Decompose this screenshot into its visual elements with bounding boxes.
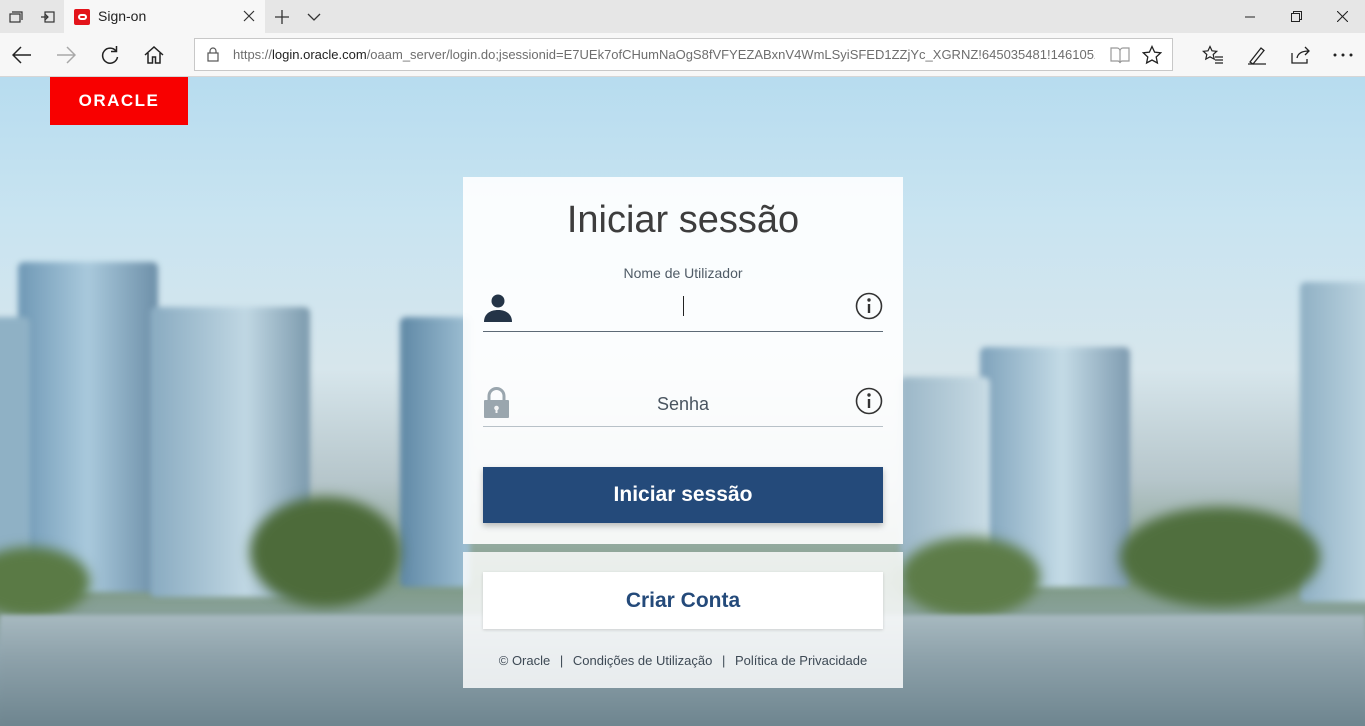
- footer-separator: |: [721, 653, 726, 668]
- favorite-star-icon[interactable]: [1141, 44, 1163, 70]
- chevron-down-icon[interactable]: [298, 0, 330, 33]
- background-tree: [1120, 507, 1320, 607]
- user-icon: [483, 292, 513, 327]
- password-field[interactable]: Senha: [483, 377, 883, 427]
- address-bar[interactable]: https://login.oracle.com/oaam_server/log…: [194, 38, 1173, 71]
- page-background: ORACLE Iniciar sessão Nome de Utilizador…: [0, 77, 1365, 726]
- oracle-favicon-icon: [74, 9, 90, 25]
- copyright-link[interactable]: © Oracle: [499, 653, 550, 668]
- refresh-icon[interactable]: [88, 33, 132, 77]
- url-path: /oaam_server/login.do;jsessionid=E7UEk7o…: [366, 47, 1095, 62]
- close-window-icon[interactable]: [1319, 0, 1365, 33]
- back-icon[interactable]: [0, 33, 44, 77]
- logo-text: ORACLE: [78, 91, 160, 110]
- privacy-link[interactable]: Política de Privacidade: [735, 653, 867, 668]
- sign-in-button[interactable]: Iniciar sessão: [483, 467, 883, 523]
- footer-links: © Oracle | Condições de Utilização | Pol…: [463, 653, 903, 668]
- info-icon[interactable]: [855, 292, 883, 325]
- favorites-hub-icon[interactable]: [1191, 33, 1235, 77]
- lock-icon[interactable]: [207, 47, 219, 67]
- url-scheme: https://: [233, 47, 273, 62]
- home-icon[interactable]: [132, 33, 176, 77]
- footer-separator: |: [559, 653, 564, 668]
- url-host: login.oracle.com: [272, 47, 367, 62]
- pen-icon[interactable]: [1235, 33, 1279, 77]
- close-icon[interactable]: [239, 6, 259, 26]
- tab-bar: Sign-on: [0, 0, 1365, 33]
- username-label: Nome de Utilizador: [623, 265, 743, 281]
- password-placeholder: Senha: [656, 394, 710, 414]
- new-tab-icon[interactable]: [266, 0, 298, 33]
- background-tree: [900, 537, 1040, 617]
- oracle-logo: ORACLE: [50, 77, 188, 125]
- forward-icon[interactable]: [44, 33, 88, 77]
- more-icon[interactable]: [1321, 33, 1365, 77]
- share-icon[interactable]: [1279, 33, 1323, 77]
- navigation-bar: https://login.oracle.com/oaam_server/log…: [0, 33, 1365, 77]
- create-account-card: Criar Conta © Oracle | Condições de Util…: [463, 552, 903, 688]
- restore-icon[interactable]: [1273, 0, 1319, 33]
- set-aside-tabs-icon[interactable]: [32, 0, 64, 33]
- background-tree: [250, 497, 400, 607]
- text-caret: [683, 296, 684, 316]
- info-icon[interactable]: [855, 387, 883, 420]
- minimize-icon[interactable]: [1227, 0, 1273, 33]
- tab-title: Sign-on: [98, 8, 147, 24]
- background-building: [18, 262, 158, 592]
- browser-tab[interactable]: Sign-on: [64, 0, 265, 33]
- create-account-button[interactable]: Criar Conta: [483, 572, 883, 629]
- username-field[interactable]: [483, 282, 883, 332]
- background-building: [400, 317, 470, 587]
- reading-view-icon[interactable]: [1110, 46, 1130, 69]
- login-card: Iniciar sessão Nome de Utilizador Senha …: [463, 177, 903, 544]
- url-text: https://login.oracle.com/oaam_server/log…: [233, 47, 1095, 62]
- page-title: Iniciar sessão: [566, 199, 800, 241]
- tab-list-icon[interactable]: [0, 0, 32, 33]
- terms-link[interactable]: Condições de Utilização: [573, 653, 712, 668]
